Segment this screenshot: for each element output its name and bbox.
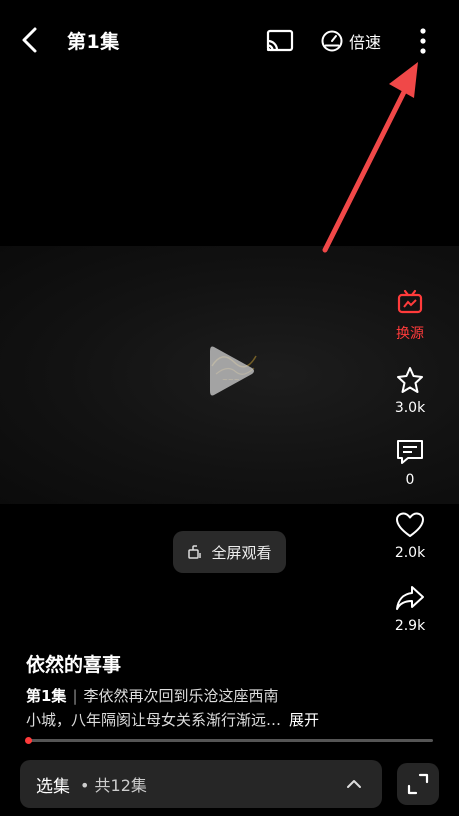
share-icon [396, 586, 424, 610]
rotate-screen-icon [188, 545, 202, 559]
comment-count: 0 [405, 472, 415, 488]
chevron-up-icon [347, 780, 361, 788]
speed-icon [321, 30, 343, 52]
comment-button[interactable]: 0 [380, 438, 440, 488]
show-description[interactable]: 第1集 | 李依然再次回到乐沧这座西南 小城，八年隔阂让母女关系渐行渐远… 展开 [26, 684, 436, 732]
episode-select-label: 选集 [36, 776, 70, 797]
expand-icon [407, 773, 429, 795]
episode-title: 第1集 [67, 31, 120, 53]
cast-icon[interactable] [265, 28, 295, 54]
more-icon[interactable] [414, 26, 432, 56]
description-line-1: 李依然再次回到乐沧这座西南 [83, 687, 279, 705]
speed-button[interactable]: 倍速 [321, 28, 381, 54]
like-button[interactable]: 2.0k [380, 511, 440, 561]
expand-link[interactable]: 展开 [289, 711, 319, 729]
play-icon[interactable] [204, 341, 258, 401]
description-episode: 第1集 [26, 687, 67, 705]
fullscreen-label: 全屏观看 [211, 543, 272, 562]
switch-source-icon [397, 289, 423, 314]
episode-selector[interactable]: 选集 • 共12集 [20, 760, 382, 808]
heart-icon [396, 512, 424, 537]
star-icon [397, 367, 423, 393]
comment-icon [397, 440, 423, 464]
favorite-count: 3.0k [394, 400, 426, 416]
divider: | [72, 687, 78, 705]
favorite-button[interactable]: 3.0k [380, 366, 440, 416]
share-button[interactable]: 2.9k [380, 584, 440, 634]
speed-label: 倍速 [349, 33, 382, 52]
expand-button[interactable] [397, 763, 439, 805]
description-line-2: 小城，八年隔阂让母女关系渐行渐远… [26, 711, 282, 729]
switch-source-label: 换源 [396, 326, 424, 342]
share-count: 2.9k [394, 618, 426, 634]
switch-source-button[interactable]: 换源 [380, 289, 440, 343]
fullscreen-watch-button[interactable]: 全屏观看 [173, 531, 286, 573]
episode-count: • 共12集 [80, 776, 147, 795]
show-title: 依然的喜事 [26, 654, 122, 676]
progress-bar[interactable] [28, 739, 433, 742]
back-icon[interactable] [14, 24, 46, 56]
like-count: 2.0k [394, 545, 426, 561]
progress-handle[interactable] [25, 737, 32, 744]
top-bar: 第1集 倍速 [0, 0, 459, 80]
